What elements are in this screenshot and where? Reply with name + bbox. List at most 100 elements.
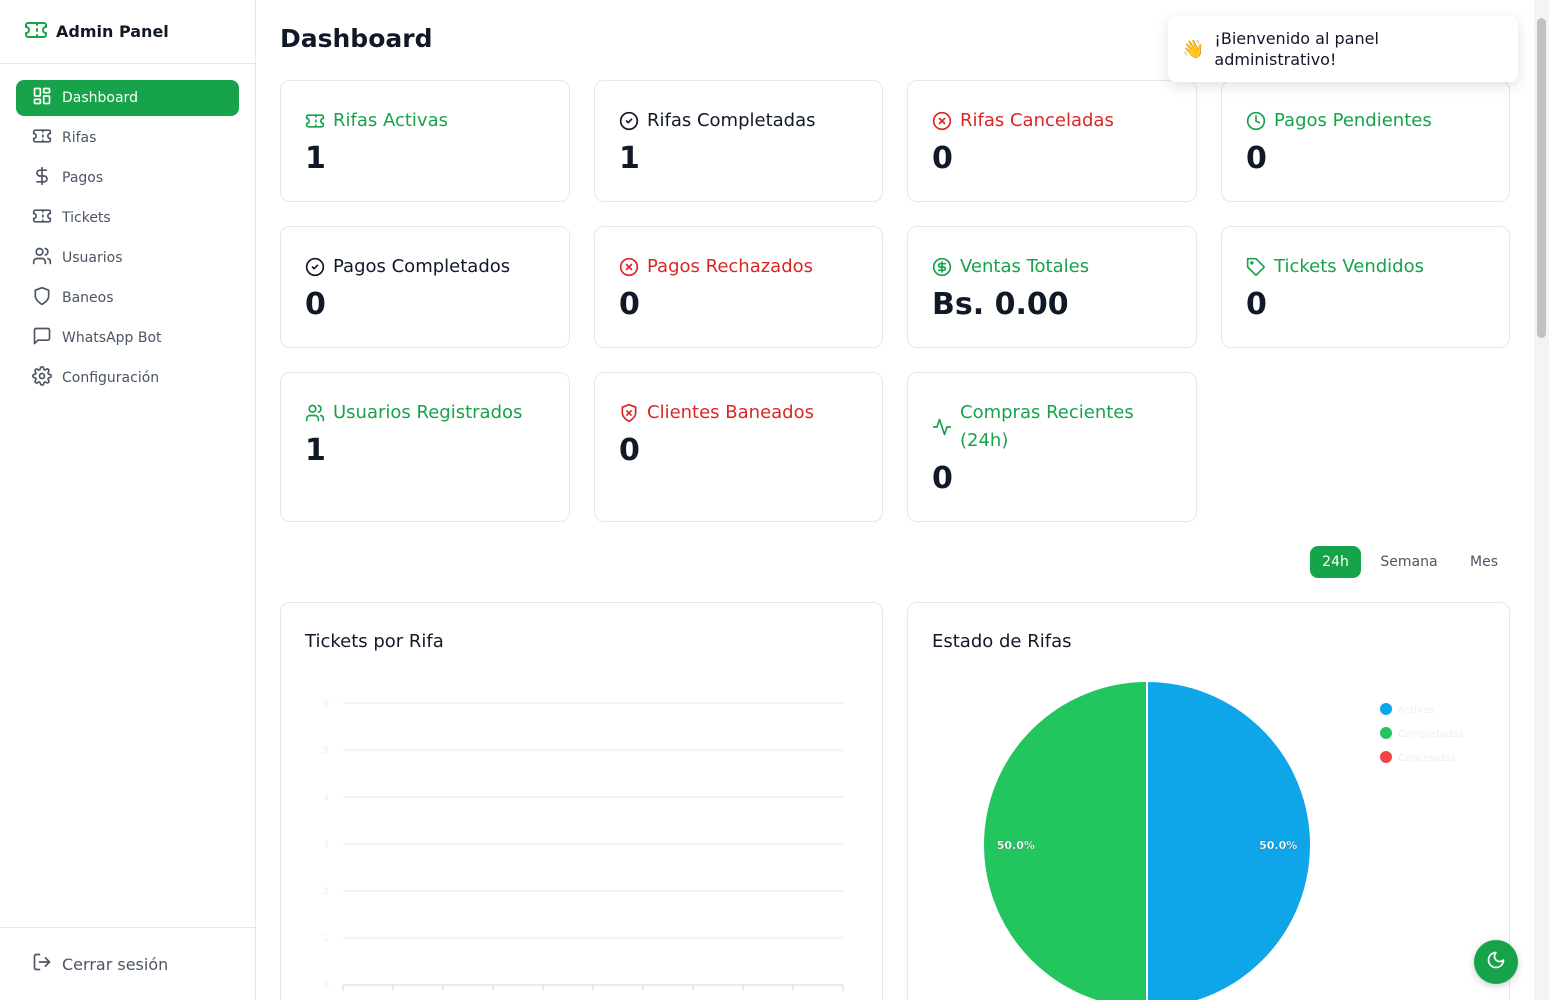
- users-icon: [32, 246, 52, 270]
- page-title: Dashboard: [280, 24, 433, 53]
- stat-label: Pagos Rechazados: [647, 256, 814, 277]
- tag-icon: [1246, 253, 1266, 286]
- stat-value: 0: [932, 141, 953, 176]
- y-tick-label: 4: [323, 793, 329, 803]
- stat-label: Pagos Pendientes: [1274, 110, 1432, 131]
- legend-swatch: [1380, 751, 1392, 763]
- chart-card-estado-de-rifas: Estado de Rifas 50.0% 50.0% Activas Complet…: [907, 602, 1510, 1000]
- stat-value: Bs. 0.00: [932, 287, 1069, 322]
- stat-card-pagos-pendientes: Pagos Pendientes 0: [1221, 80, 1510, 202]
- logout-button[interactable]: Cerrar sesión: [0, 927, 255, 1000]
- stat-label-suffix: (24h): [960, 430, 1009, 451]
- stat-label: Clientes Baneados: [647, 402, 814, 423]
- stat-label: Compras Recientes: [960, 402, 1134, 423]
- sidebar-item-dashboard[interactable]: Dashboard: [16, 80, 239, 116]
- users-icon: [305, 399, 325, 432]
- sidebar-item-whatsapp-bot[interactable]: WhatsApp Bot: [16, 320, 239, 356]
- legend-label: Activas: [1398, 705, 1434, 716]
- chart-card-tickets-por-rifa: Tickets por Rifa 0 1 2 3 4 5 6: [280, 602, 883, 1000]
- range-24h-button[interactable]: 24h: [1310, 546, 1361, 578]
- stat-card-rifas-canceladas: Rifas Canceladas 0: [907, 80, 1197, 202]
- ticket-icon: [32, 126, 52, 150]
- range-mes-button[interactable]: Mes: [1461, 546, 1507, 578]
- y-tick-label: 1: [323, 934, 329, 944]
- y-tick-label: 5: [323, 746, 329, 756]
- legend-swatch: [1380, 703, 1392, 715]
- chart-title: Estado de Rifas: [932, 631, 1072, 652]
- activity-icon: [932, 413, 952, 446]
- stat-value: 1: [305, 141, 326, 176]
- y-tick-label: 3: [323, 840, 329, 850]
- message-square-icon: [32, 326, 52, 350]
- wave-icon: 👋: [1182, 38, 1205, 60]
- x-circle-icon: [619, 253, 639, 286]
- ticket-icon: [32, 206, 52, 230]
- sidebar-item-baneos[interactable]: Baneos: [16, 280, 239, 316]
- pie-percent-label: 50.0%: [997, 839, 1035, 852]
- sidebar-item-usuarios[interactable]: Usuarios: [16, 240, 239, 276]
- sidebar-item-tickets[interactable]: Tickets: [16, 200, 239, 236]
- welcome-toast: 👋 ¡Bienvenido al panel administrativo!: [1168, 16, 1518, 82]
- stat-card-clientes-baneados: Clientes Baneados 0: [594, 372, 883, 522]
- scrollbar[interactable]: [1534, 0, 1549, 1000]
- sidebar-item-configuracion[interactable]: Configuración: [16, 360, 239, 396]
- stat-value: 1: [305, 433, 326, 468]
- moon-icon: [1486, 950, 1506, 974]
- sidebar-item-rifas[interactable]: Rifas: [16, 120, 239, 156]
- stat-value: 0: [619, 287, 640, 322]
- dollar-icon: [32, 166, 52, 190]
- stat-value: 0: [1246, 141, 1267, 176]
- stat-label: Rifas Canceladas: [960, 110, 1114, 131]
- chart-title: Tickets por Rifa: [305, 631, 444, 652]
- sidebar-nav: Dashboard Rifas Pagos Tickets Usuarios B…: [0, 64, 255, 396]
- range-semana-button[interactable]: Semana: [1373, 546, 1445, 578]
- stat-card-usuarios-registrados: Usuarios Registrados 1: [280, 372, 570, 522]
- stat-label: Tickets Vendidos: [1274, 256, 1424, 277]
- y-tick-label: 0: [323, 981, 329, 991]
- logout-label: Cerrar sesión: [62, 954, 169, 974]
- check-circle-icon: [619, 107, 639, 140]
- layout-dashboard-icon: [32, 86, 52, 110]
- stat-card-rifas-completadas: Rifas Completadas 1: [594, 80, 883, 202]
- stat-value: 0: [932, 461, 953, 496]
- pie-chart: 50.0% 50.0% Activas Completadas Canceladas: [982, 679, 1464, 1000]
- stat-label: Usuarios Registrados: [333, 402, 523, 423]
- toast-message: ¡Bienvenido al panel administrativo!: [1214, 29, 1379, 69]
- stat-value: 0: [1246, 287, 1267, 322]
- bar-chart: 0 1 2 3 4 5 6: [323, 699, 844, 991]
- sidebar-item-label: Rifas: [62, 130, 97, 146]
- sidebar-item-label: Baneos: [62, 290, 114, 306]
- brand-title: Admin Panel: [56, 22, 169, 41]
- legend-label: Completadas: [1398, 729, 1464, 740]
- sidebar-item-label: WhatsApp Bot: [62, 330, 162, 346]
- log-out-icon: [32, 952, 52, 976]
- y-tick-label: 2: [323, 887, 329, 897]
- pie-percent-label: 50.0%: [1259, 839, 1297, 852]
- brand[interactable]: Admin Panel: [0, 0, 255, 64]
- gear-icon: [32, 366, 52, 390]
- stat-card-ventas-totales: Ventas Totales Bs. 0.00: [907, 226, 1197, 348]
- theme-toggle-button[interactable]: [1474, 940, 1518, 984]
- x-circle-icon: [932, 107, 952, 140]
- sidebar: Admin Panel Dashboard Rifas Pagos Ticket…: [0, 0, 256, 1000]
- ticket-icon: [305, 107, 325, 140]
- clock-icon: [1246, 107, 1266, 140]
- sidebar-item-pagos[interactable]: Pagos: [16, 160, 239, 196]
- stat-value: 0: [619, 433, 640, 468]
- sidebar-item-label: Configuración: [62, 370, 160, 386]
- stat-value: 0: [305, 287, 326, 322]
- stat-card-tickets-vendidos: Tickets Vendidos 0: [1221, 226, 1510, 348]
- sidebar-item-label: Usuarios: [62, 250, 123, 266]
- stat-value: 1: [619, 141, 640, 176]
- ticket-icon: [24, 18, 48, 46]
- sidebar-item-label: Tickets: [62, 210, 111, 226]
- sidebar-item-label: Dashboard: [62, 90, 138, 106]
- scrollbar-thumb[interactable]: [1537, 18, 1546, 338]
- y-tick-label: 6: [323, 699, 329, 709]
- main-content: Dashboard Rifas Activas 1 Rifas Completa…: [256, 0, 1534, 1000]
- stat-card-pagos-rechazados: Pagos Rechazados 0: [594, 226, 883, 348]
- stat-card-rifas-activas: Rifas Activas 1: [280, 80, 570, 202]
- stat-label: Rifas Completadas: [647, 110, 816, 131]
- stat-label: Rifas Activas: [333, 110, 448, 131]
- stat-card-compras-recientes: Compras Recientes (24h) 0: [907, 372, 1197, 522]
